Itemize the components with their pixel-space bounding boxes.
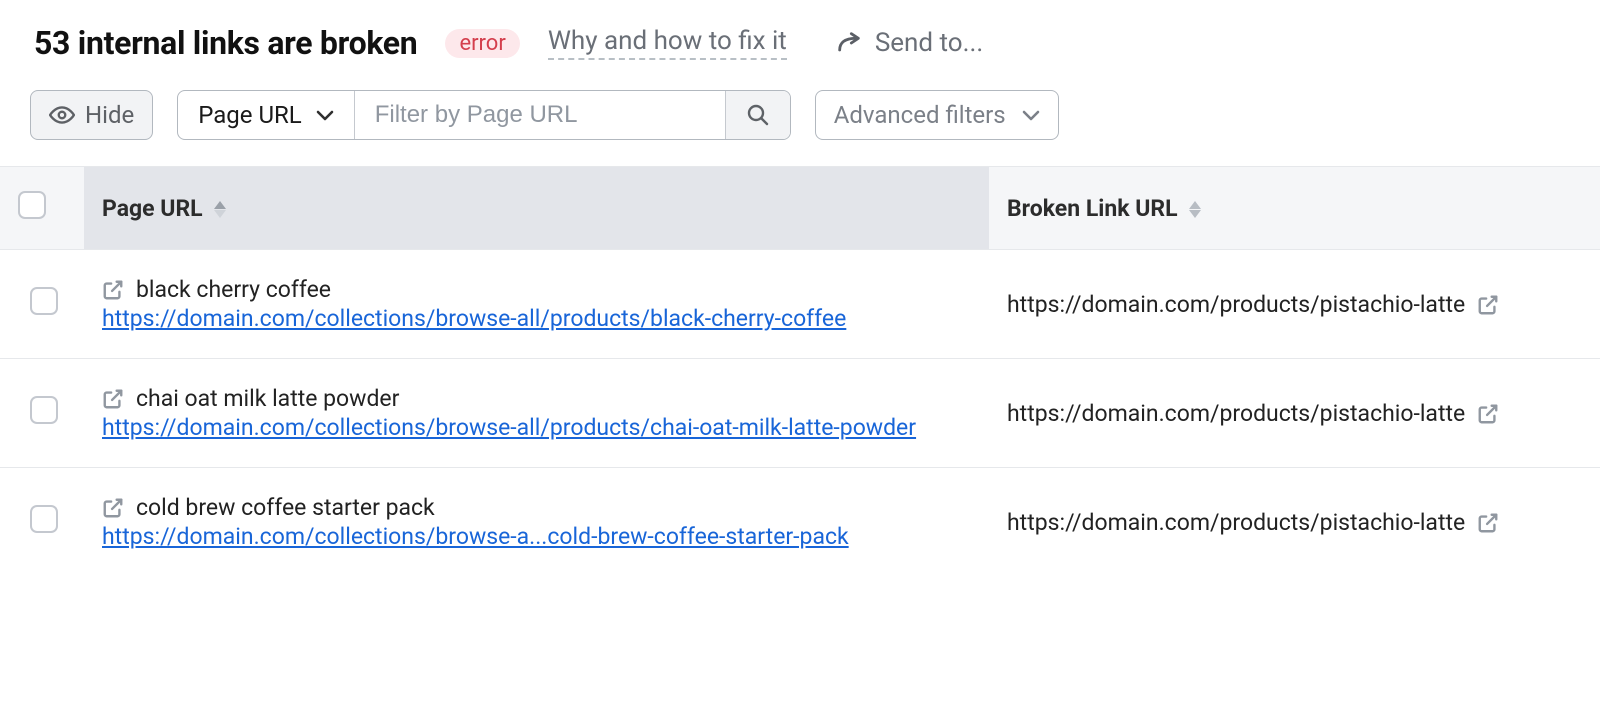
filter-group: Page URL: [177, 90, 791, 140]
table-header-row: Page URL Broken Link URL: [0, 167, 1600, 250]
results-table: Page URL Broken Link URL: [0, 166, 1600, 576]
broken-url-text: https://domain.com/products/pistachio-la…: [1007, 509, 1465, 536]
external-link-icon[interactable]: [1477, 512, 1499, 534]
page-title: 53 internal links are broken: [34, 24, 417, 62]
external-link-icon[interactable]: [1477, 294, 1499, 316]
error-badge: error: [445, 29, 519, 58]
page-url-link[interactable]: https://domain.com/collections/browse-al…: [102, 305, 962, 332]
row-checkbox[interactable]: [30, 396, 58, 424]
external-link-icon[interactable]: [102, 388, 124, 410]
column-label: Page URL: [102, 195, 203, 222]
hide-button[interactable]: Hide: [30, 90, 153, 140]
send-to-label: Send to...: [875, 28, 983, 58]
filter-input-wrap: [354, 91, 725, 139]
chevron-down-icon: [1022, 109, 1040, 121]
row-checkbox[interactable]: [30, 505, 58, 533]
share-arrow-icon: [835, 31, 863, 55]
page-name: cold brew coffee starter pack: [136, 494, 435, 521]
search-icon: [746, 103, 770, 127]
filter-column-label: Page URL: [198, 101, 302, 129]
send-to-button[interactable]: Send to...: [835, 28, 983, 58]
search-button[interactable]: [725, 91, 790, 139]
chevron-down-icon: [316, 109, 334, 121]
advanced-filters-label: Advanced filters: [834, 101, 1006, 129]
broken-url-text: https://domain.com/products/pistachio-la…: [1007, 291, 1465, 318]
page-url-link[interactable]: https://domain.com/collections/browse-al…: [102, 414, 962, 441]
header: 53 internal links are broken error Why a…: [0, 0, 1600, 72]
external-link-icon[interactable]: [102, 279, 124, 301]
column-header-broken-url[interactable]: Broken Link URL: [989, 167, 1600, 250]
page-name: black cherry coffee: [136, 276, 331, 303]
filter-column-select[interactable]: Page URL: [178, 91, 354, 139]
page-url-link[interactable]: https://domain.com/collections/browse-a.…: [102, 523, 962, 550]
advanced-filters-button[interactable]: Advanced filters: [815, 90, 1059, 140]
select-all-header: [0, 167, 84, 250]
row-checkbox[interactable]: [30, 287, 58, 315]
table-row: cold brew coffee starter pack https://do…: [0, 468, 1600, 577]
external-link-icon[interactable]: [102, 497, 124, 519]
broken-url-text: https://domain.com/products/pistachio-la…: [1007, 400, 1465, 427]
why-and-how-link[interactable]: Why and how to fix it: [548, 26, 787, 60]
sort-icon: [214, 201, 226, 218]
external-link-icon[interactable]: [1477, 403, 1499, 425]
table-row: black cherry coffee https://domain.com/c…: [0, 250, 1600, 359]
toolbar: Hide Page URL Advanced filters: [0, 72, 1600, 166]
sort-icon: [1189, 201, 1201, 218]
filter-input[interactable]: [375, 101, 705, 129]
hide-label: Hide: [85, 101, 134, 129]
table-row: chai oat milk latte powder https://domai…: [0, 359, 1600, 468]
column-label: Broken Link URL: [1007, 195, 1178, 222]
eye-icon: [49, 105, 75, 125]
column-header-page-url[interactable]: Page URL: [84, 167, 989, 250]
page-name: chai oat milk latte powder: [136, 385, 399, 412]
select-all-checkbox[interactable]: [18, 191, 46, 219]
